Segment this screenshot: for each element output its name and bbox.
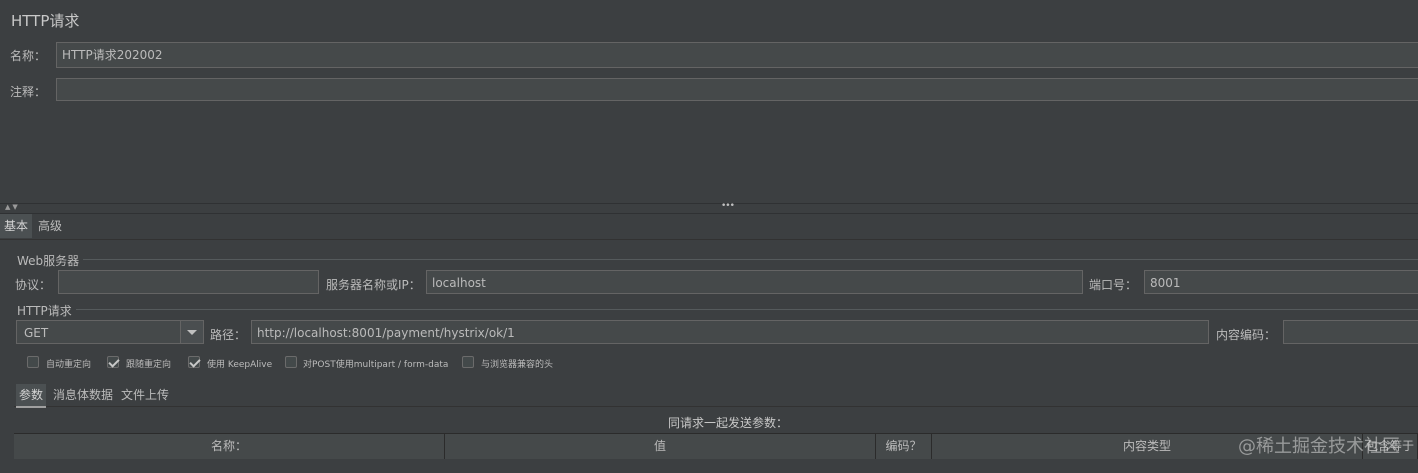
auto-redirect-checkbox[interactable] [27,356,39,368]
keepalive-checkbox[interactable] [188,356,200,368]
param-tab-bar [14,406,1418,407]
splitter-grip-icon[interactable]: ••• [721,201,735,211]
tab-file-upload[interactable]: 文件上传 [121,384,169,406]
follow-redirect-checkbox[interactable] [107,356,119,368]
browser-headers-checkbox[interactable] [462,356,474,368]
tab-advanced[interactable]: 高级 [38,214,62,238]
encoding-input[interactable] [1283,320,1418,344]
http-request-divider [76,309,1418,310]
browser-headers-label: 与浏览器兼容的头 [481,360,554,370]
port-label: 端口号： [1089,278,1138,292]
encoding-label: 内容编码： [1216,328,1277,342]
panel-title: HTTP请求 [11,12,80,30]
server-label: 服务器名称或IP： [326,278,421,292]
path-input[interactable]: http://localhost:8001/payment/hystrix/ok… [251,320,1209,344]
name-label: 名称： [10,49,47,63]
column-header-value[interactable]: 值 [445,434,876,459]
comment-input[interactable] [56,78,1418,101]
port-input[interactable]: 8001 [1144,270,1418,294]
tab-params[interactable]: 参数 [16,384,47,408]
comment-label: 注释： [10,85,47,99]
protocol-label: 协议： [15,278,52,292]
protocol-input[interactable] [58,270,319,294]
tab-basic[interactable]: 基本 [0,214,33,238]
keepalive-label: 使用 KeepAlive [207,360,273,370]
http-request-section-title: HTTP请求 [17,304,72,318]
follow-redirect-label: 跟随重定向 [126,360,172,370]
params-caption: 同请求一起发送参数： [668,416,789,430]
name-input[interactable]: HTTP请求202002 [56,42,1418,68]
chevron-down-icon[interactable] [180,321,203,343]
method-value: GET [24,326,49,340]
web-server-section-title: Web服务器 [17,254,80,268]
watermark: @稀土掘金技术社区 [1238,436,1400,457]
multipart-label: 对POST使用multipart / form-data [303,360,449,370]
tab-body-data[interactable]: 消息体数据 [53,384,113,406]
auto-redirect-label: 自动重定向 [46,360,92,370]
web-server-divider [83,259,1418,260]
splitter-arrows-icon[interactable]: ▲▼ [5,203,20,211]
column-header-name[interactable]: 名称： [14,434,445,459]
method-select[interactable]: GET [16,320,204,344]
server-input[interactable]: localhost [426,270,1083,294]
tab-bar [0,213,1418,240]
path-label: 路径： [210,328,247,342]
multipart-checkbox[interactable] [285,356,297,368]
column-header-encode[interactable]: 编码？ [876,434,932,459]
